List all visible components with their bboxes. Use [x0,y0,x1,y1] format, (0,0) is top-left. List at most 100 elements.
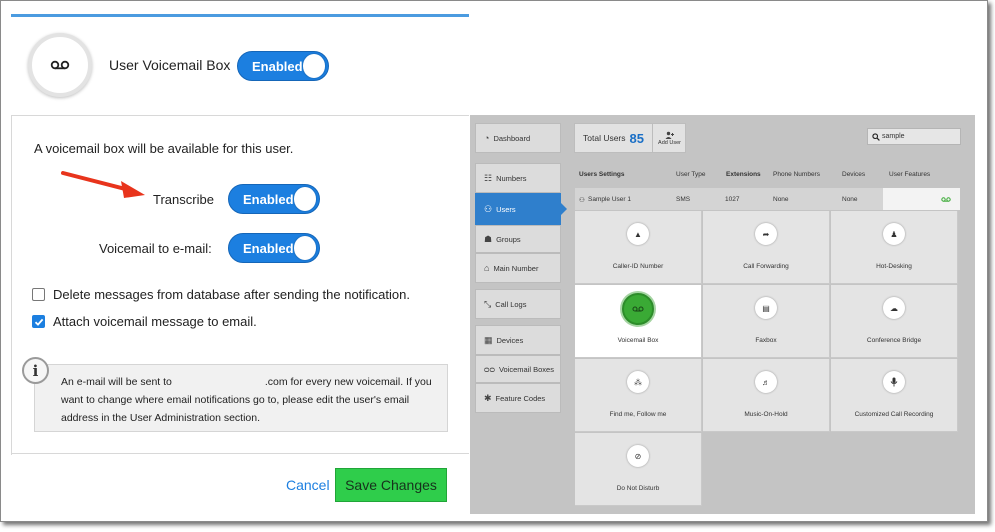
voicemail-to-email-label: Voicemail to e-mail: [99,241,212,256]
feature-tile-music-on-hold[interactable]: ♬ Music-On-Hold [703,359,830,432]
nav-dashboard[interactable]: ◔ Dashboard [475,123,561,153]
feature-tile-call-forwarding[interactable]: ➦ Call Forwarding [703,211,830,284]
tile-label: Faxbox [755,337,777,344]
feature-tile-caller-id[interactable]: ▲ Caller-ID Number [575,211,702,284]
tile-label: Conference Bridge [866,337,922,344]
dashboard-icon: ◔ [484,133,490,143]
user-phone: None [773,196,789,203]
feature-tile-voicemail-box[interactable]: Voicemail Box [575,285,702,358]
faxbox-icon: ▤ [755,297,777,319]
nav-label: Voicemail Boxes [498,364,554,374]
feature-tile-call-recording[interactable]: Customized Call Recording [831,359,958,432]
col-user-type: User Type [676,171,706,178]
tile-label: Find me, Follow me [609,411,667,418]
toggle-label: Enabled [243,240,294,256]
feature-tile-hot-desking[interactable]: ♟ Hot-Desking [831,211,958,284]
search-input[interactable]: sample [867,128,961,145]
attach-voicemail-option[interactable]: Attach voicemail message to email. [32,314,257,329]
conference-bridge-icon: ☁ [883,297,905,319]
section-border [11,115,12,455]
nav-main-number[interactable]: ⌂ Main Number [475,253,561,283]
col-user-features: User Features [889,171,931,178]
nav-label: Devices [496,335,524,345]
transcribe-toggle[interactable]: Enabled [228,184,320,214]
toggle-knob [293,187,316,211]
delete-messages-option[interactable]: Delete messages from database after send… [32,287,410,302]
info-notice: An e-mail will be sent to .com for every… [34,364,448,432]
voicemail-feature-icon [941,197,951,202]
cancel-button[interactable]: Cancel [286,477,330,493]
nav-devices[interactable]: ▦ Devices [475,325,561,355]
dialog-title: User Voicemail Box [109,57,231,73]
attach-voicemail-checkbox[interactable] [32,315,45,328]
microphone-icon [883,371,905,393]
nav-numbers[interactable]: ☷ Numbers [475,163,561,193]
voicemail-to-email-toggle[interactable]: Enabled [228,233,320,263]
description-text: A voicemail box will be available for th… [34,141,294,156]
table-row[interactable]: ⚇ Sample User 1 SMS 1027 None None [575,188,960,210]
nav-label: Feature Codes [495,393,546,403]
tile-label: Music-On-Hold [744,411,788,418]
screenshot-frame: User Voicemail Box Enabled A voicemail b… [0,0,988,522]
call-logs-icon: ⤡ [484,298,492,309]
delete-messages-checkbox[interactable] [32,288,45,301]
nav-voicemail-boxes[interactable]: ᴑᴑ Voicemail Boxes [475,355,561,383]
delete-messages-label: Delete messages from database after send… [53,287,410,302]
find-me-follow-me-icon: ⁂ [627,371,649,393]
nav-users[interactable]: ⚇ Users [475,193,561,225]
col-phone-numbers: Phone Numbers [773,171,820,178]
voicemail-avatar [28,33,92,97]
search-value: sample [882,133,905,140]
tile-label: Call Forwarding [743,263,789,270]
active-indicator [561,203,567,215]
caller-id-icon: ▲ [627,223,649,245]
tile-label: Hot-Desking [876,263,912,270]
feature-tile-find-me-follow-me[interactable]: ⁂ Find me, Follow me [575,359,702,432]
users-icon: ⚇ [484,203,493,214]
voicemail-icon [632,306,644,312]
do-not-disturb-icon: ⊘ [627,445,649,467]
groups-icon: ☗ [484,233,493,244]
nav-label: Dashboard [493,133,531,143]
info-text-part1: An e-mail will be sent to [61,376,172,388]
admin-screenshot: ◔ Dashboard ☷ Numbers ⚇ Users ☗ Groups ⌂… [470,115,975,514]
user-icon: ⚇ [579,197,585,204]
footer-divider [11,453,469,454]
call-forwarding-icon: ➦ [755,223,777,245]
toggle-knob [302,54,325,78]
tile-label: Voicemail Box [617,337,659,344]
feature-tile-do-not-disturb[interactable]: ⊘ Do Not Disturb [575,433,702,506]
feature-tile-faxbox[interactable]: ▤ Faxbox [703,285,830,358]
feature-codes-icon: ✱ [484,392,492,403]
add-user-button[interactable]: Add User [652,123,686,153]
red-arrow-annotation [61,171,145,198]
checkmark-icon [34,318,43,326]
home-icon: ⌂ [484,263,490,273]
devices-icon: ▦ [484,334,493,345]
col-extensions: Extensions [726,171,761,178]
feature-tile-conference-bridge[interactable]: ☁ Conference Bridge [831,285,958,358]
nav-call-logs[interactable]: ⤡ Call Logs [475,289,561,319]
voicemail-box-toggle[interactable]: Enabled [237,51,329,81]
toggle-knob [293,236,316,260]
add-user-icon [665,131,674,139]
tile-label: Customized Call Recording [854,411,934,418]
nav-label: Users [496,204,516,214]
user-features-cell [883,188,960,210]
save-changes-button[interactable]: Save Changes [335,468,447,502]
nav-label: Main Number [493,263,539,273]
user-type: SMS [676,196,691,203]
total-users-count: 85 [629,130,644,146]
user-extension: 1027 [725,196,740,203]
music-on-hold-icon: ♬ [755,371,777,393]
user-name: Sample User 1 [588,196,631,203]
toggle-label: Enabled [252,58,303,74]
toggle-label: Enabled [243,191,294,207]
nav-label: Groups [496,234,521,244]
nav-groups[interactable]: ☗ Groups [475,225,561,253]
section-divider [11,115,469,116]
nav-feature-codes[interactable]: ✱ Feature Codes [475,383,561,413]
voicemail-icon [50,60,70,70]
hot-desking-icon: ♟ [883,223,905,245]
total-users-label: Total Users [583,133,626,143]
